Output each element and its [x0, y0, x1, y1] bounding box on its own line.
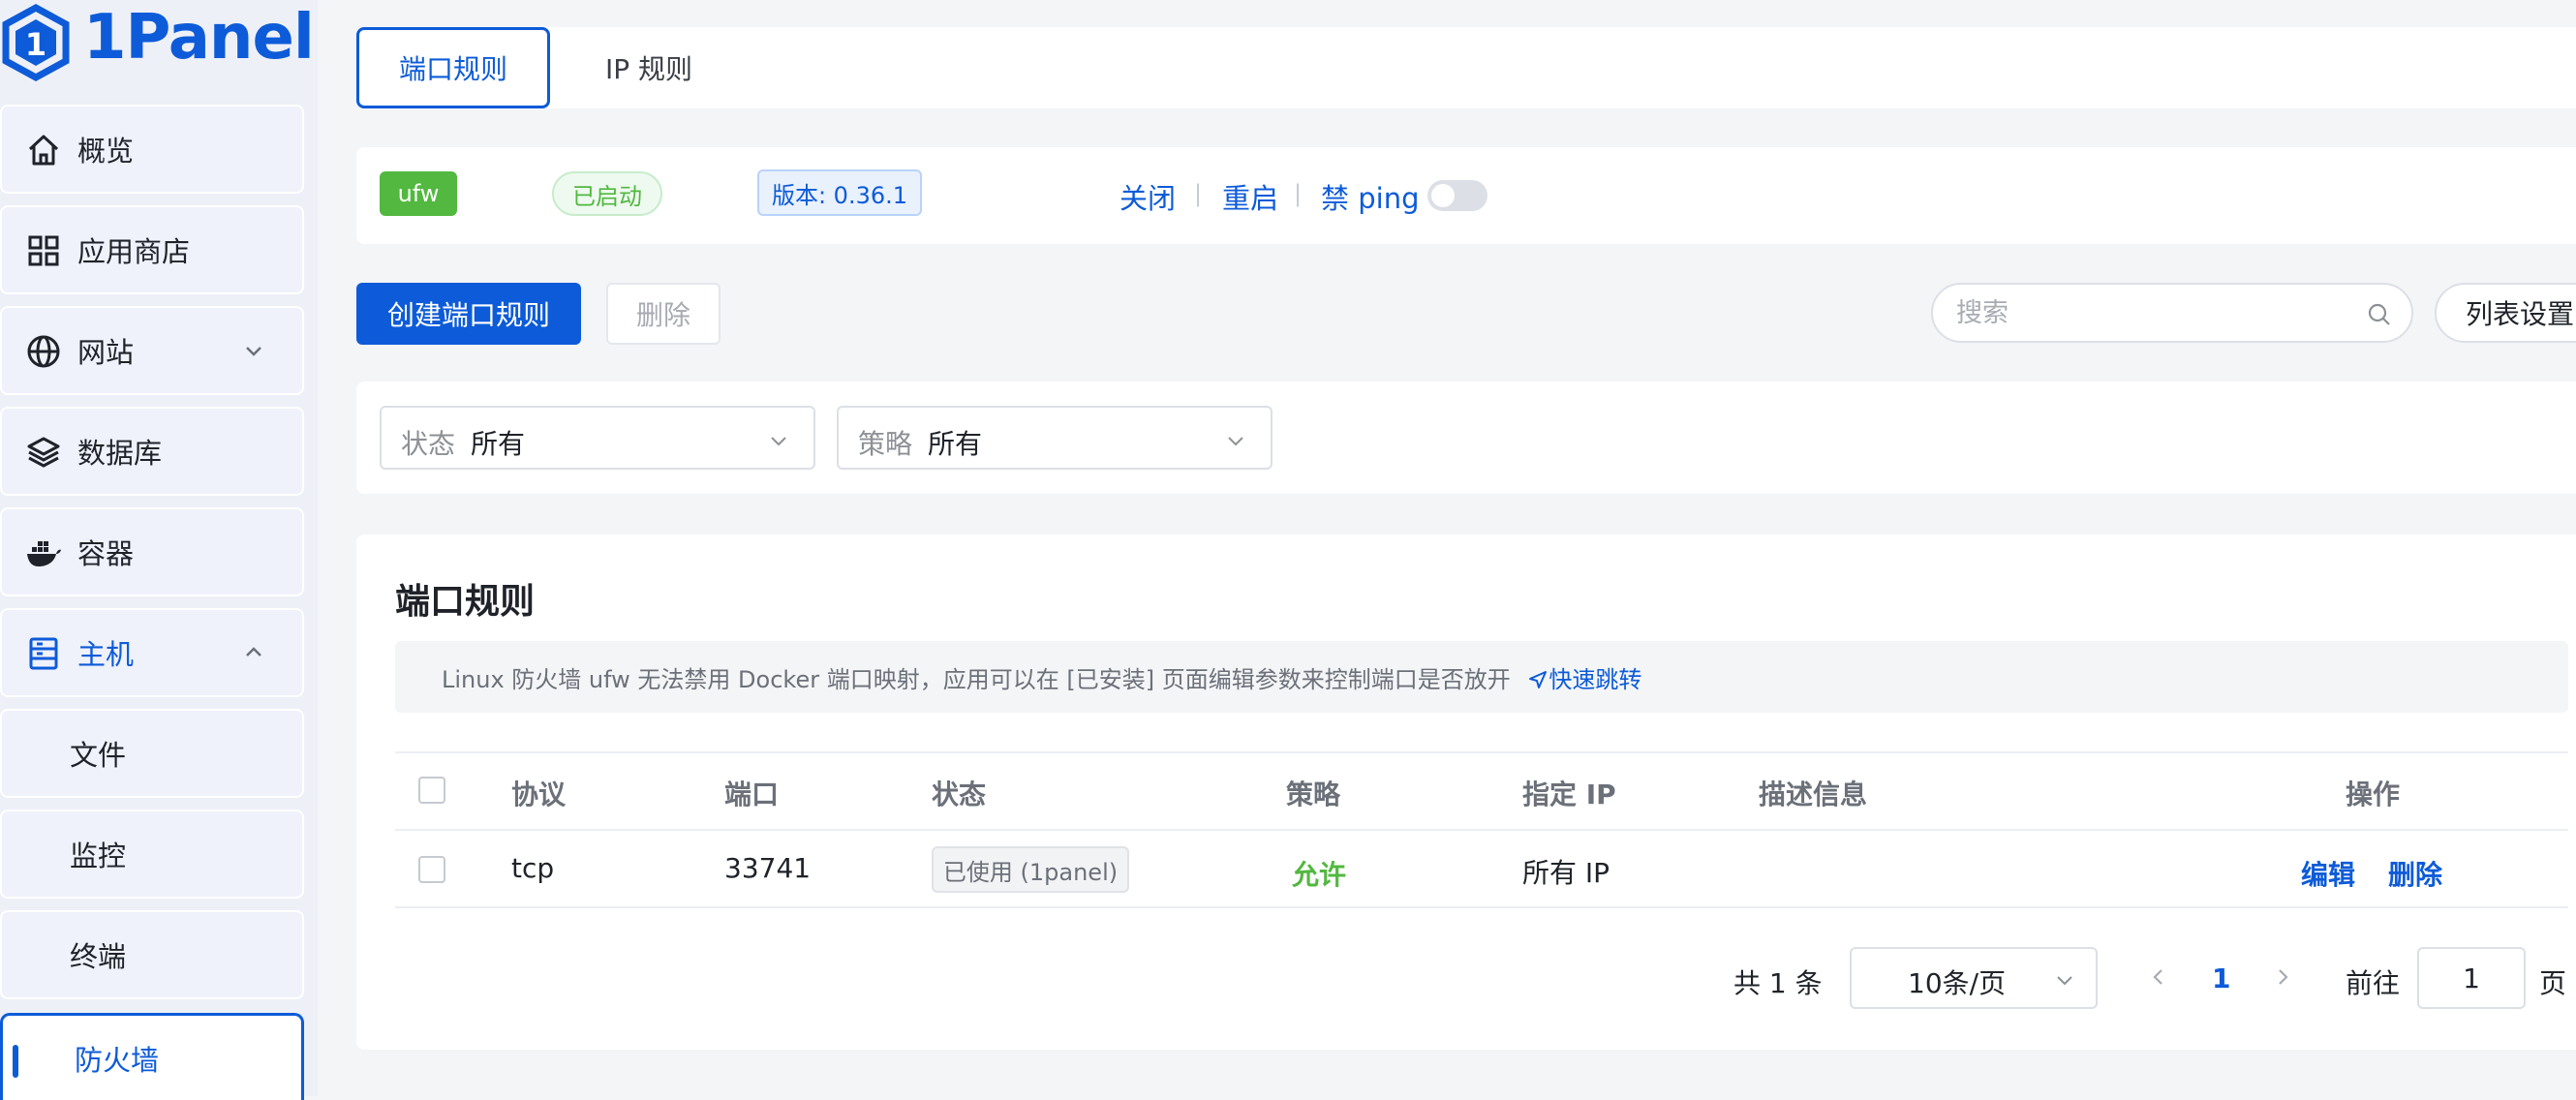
filter-value: 所有: [471, 428, 526, 460]
version-tag: 版本: 0.36.1: [757, 169, 922, 216]
sidebar-subitem-firewall[interactable]: 防火墙: [0, 1013, 304, 1100]
status-filter-select[interactable]: 状态 所有: [380, 406, 815, 470]
strategy-filter-select[interactable]: 策略 所有: [837, 406, 1273, 470]
column-header-port[interactable]: 端口: [724, 774, 779, 812]
page-size-select[interactable]: 10条/页: [1850, 947, 2098, 1009]
port-rules-card: [356, 535, 2576, 1050]
sidebar-item-label: 防火墙: [75, 1043, 160, 1077]
filter-prefix: 策略: [858, 428, 913, 460]
filter-value: 所有: [928, 428, 983, 460]
port-status-badge: 已使用 (1panel): [932, 846, 1129, 893]
sidebar-item-label: 容器: [77, 537, 135, 570]
delete-rule-button[interactable]: 删除: [2388, 854, 2442, 893]
column-header-ip[interactable]: 指定 IP: [1522, 774, 1616, 812]
tab-ip-rules[interactable]: IP 规则: [581, 27, 717, 108]
sidebar-subitem-terminal[interactable]: 终端: [0, 910, 304, 999]
ban-ping-suffix: ping: [1358, 182, 1420, 215]
divider: [395, 751, 2568, 753]
search-input[interactable]: [1954, 294, 2342, 331]
ban-ping-label: 禁 ping: [1321, 176, 1420, 217]
alert-text: Linux 防火墙 ufw 无法禁用 Docker 端口映射，应用可以在 [已安…: [442, 660, 1641, 694]
globe-icon: [27, 335, 60, 368]
column-header-protocol[interactable]: 协议: [511, 774, 566, 812]
active-indicator: [13, 1045, 18, 1078]
cell-strategy: 允许: [1292, 859, 1347, 891]
logo-digit: 1: [25, 26, 46, 63]
chevron-up-icon: [246, 647, 261, 657]
cell-port: 33741: [724, 852, 812, 884]
select-all-checkbox[interactable]: [418, 777, 445, 804]
row-checkbox[interactable]: [418, 856, 445, 883]
restart-firewall-link[interactable]: 重启: [1222, 176, 1278, 217]
ban-ping-toggle[interactable]: [1427, 180, 1487, 211]
sidebar-item-host[interactable]: 主机: [0, 608, 304, 697]
column-settings-button[interactable]: 列表设置: [2435, 283, 2576, 343]
sidebar-item-website[interactable]: 网站: [0, 306, 304, 395]
layers-icon: [27, 437, 60, 468]
sidebar-item-label: 网站: [77, 336, 135, 369]
goto-page-input[interactable]: 1: [2417, 947, 2526, 1009]
current-page[interactable]: 1: [2212, 962, 2230, 994]
sidebar-item-overview[interactable]: 概览: [0, 105, 304, 194]
engine-tag: ufw: [380, 171, 457, 216]
prev-page-icon[interactable]: [2146, 964, 2171, 990]
create-port-rule-button[interactable]: 创建端口规则: [356, 283, 581, 345]
sidebar-subitem-monitor[interactable]: 监控: [0, 810, 304, 899]
chevron-down-icon: [771, 437, 786, 446]
alert-message: Linux 防火墙 ufw 无法禁用 Docker 端口映射，应用可以在 [已安…: [442, 666, 1511, 693]
brand-logo[interactable]: 1 1Panel: [0, 0, 318, 87]
chevron-down-icon: [2057, 976, 2072, 986]
docker-notice-alert: Linux 防火墙 ufw 无法禁用 Docker 端口映射，应用可以在 [已安…: [395, 641, 2568, 713]
sidebar-item-label: 概览: [77, 135, 135, 168]
sidebar: 1 1Panel 概览 应用商店 网站 数据库 容器 主机 文件 监控 终端 防…: [0, 0, 318, 1100]
tab-port-rules[interactable]: 端口规则: [356, 27, 550, 108]
sidebar-item-container[interactable]: 容器: [0, 507, 304, 596]
quick-jump-link[interactable]: 快速跳转: [1549, 666, 1641, 693]
sidebar-item-database[interactable]: 数据库: [0, 407, 304, 496]
column-header-actions: 操作: [2346, 779, 2401, 810]
sidebar-item-label: 终端: [70, 940, 127, 973]
search-box: [1931, 283, 2413, 343]
goto-label: 前往: [2346, 967, 2401, 999]
sidebar-item-label: 文件: [70, 739, 127, 772]
column-header-strategy[interactable]: 策略: [1286, 774, 1340, 812]
docker-icon: [27, 541, 61, 566]
status-badge: 已启动: [552, 171, 662, 216]
divider: [395, 906, 2568, 908]
send-icon: [1529, 671, 1548, 688]
chevron-down-icon: [246, 347, 261, 356]
sidebar-item-label: 数据库: [77, 437, 163, 470]
divider: |: [1194, 180, 1203, 207]
home-icon: [28, 135, 59, 166]
page-size-value: 10条/页: [1908, 967, 2007, 999]
delete-button[interactable]: 删除: [606, 283, 721, 345]
grid-icon: [28, 235, 59, 266]
chevron-down-icon: [1228, 437, 1243, 446]
cell-ip: 所有 IP: [1522, 857, 1610, 889]
filter-prefix: 状态: [401, 428, 456, 460]
server-icon: [29, 637, 58, 670]
search-icon[interactable]: [2367, 302, 2392, 327]
sidebar-item-label: 监控: [70, 840, 127, 872]
sidebar-item-label: 主机: [77, 638, 135, 671]
brand-name: 1Panel: [83, 2, 315, 74]
page-suffix: 页: [2539, 967, 2567, 999]
divider: [395, 829, 2568, 831]
cell-protocol: tcp: [511, 852, 555, 884]
divider: |: [1294, 180, 1303, 207]
total-count: 共 1 条: [1733, 967, 1823, 999]
edit-rule-button[interactable]: 编辑: [2301, 854, 2355, 893]
sidebar-item-label: 应用商店: [77, 235, 191, 268]
ban-ping-prefix: 禁: [1321, 182, 1350, 215]
sidebar-subitem-files[interactable]: 文件: [0, 709, 304, 798]
column-header-status[interactable]: 状态: [932, 774, 986, 812]
sidebar-item-app-store[interactable]: 应用商店: [0, 205, 304, 294]
logo-hexagon-icon: 1: [2, 4, 70, 81]
section-title: 端口规则: [395, 582, 536, 622]
next-page-icon[interactable]: [2270, 964, 2295, 990]
column-header-description[interactable]: 描述信息: [1759, 774, 1867, 812]
stop-firewall-link[interactable]: 关闭: [1119, 176, 1176, 217]
